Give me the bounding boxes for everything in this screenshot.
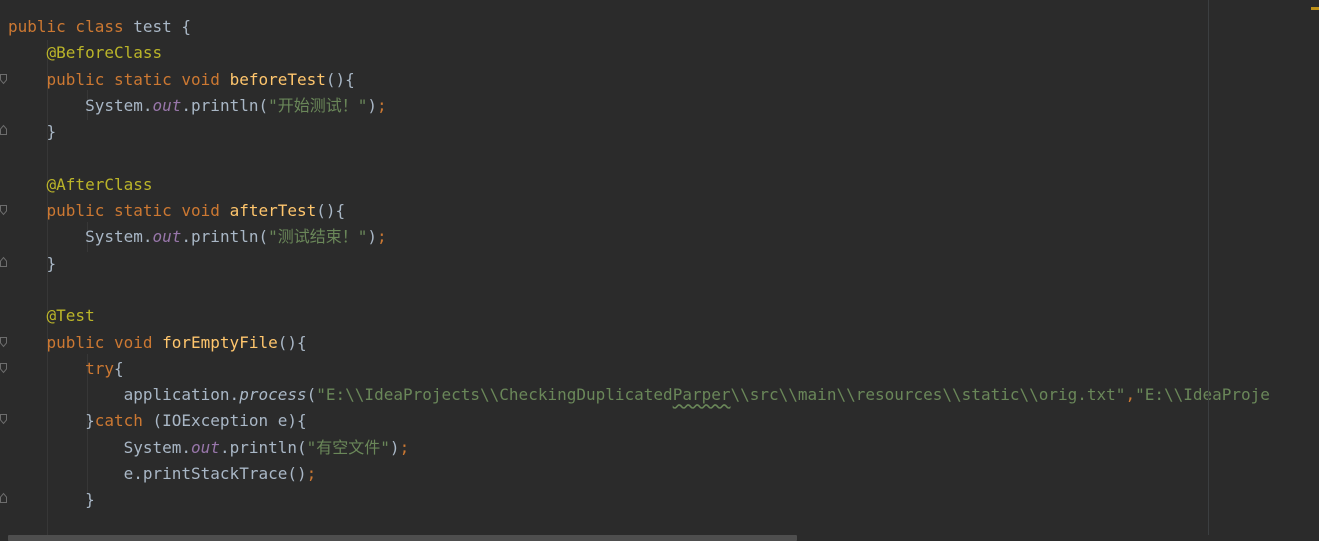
code-token: "E:\\IdeaProje xyxy=(1135,385,1270,405)
code-token: beforeTest xyxy=(229,69,326,89)
code-line[interactable]: try{ xyxy=(8,356,1319,382)
code-token: forEmptyFile xyxy=(162,332,278,352)
code-editor[interactable]: public class test { @BeforeClass public … xyxy=(0,0,1319,541)
code-token: application. xyxy=(123,385,240,405)
code-token: ) xyxy=(389,437,400,457)
code-token: try xyxy=(85,358,114,378)
code-token: public class xyxy=(8,17,134,36)
fold-icon[interactable] xyxy=(0,74,7,85)
code-line[interactable]: System.out.println("开始测试！"); xyxy=(8,93,1319,119)
code-token: public static void xyxy=(46,69,230,89)
code-token: .println( xyxy=(219,437,307,457)
code-token: (){ xyxy=(277,332,307,352)
code-token: @BeforeClass xyxy=(46,43,163,63)
code-line[interactable]: @Test xyxy=(8,303,1319,329)
code-token: , xyxy=(1125,385,1136,405)
code-line[interactable]: } xyxy=(8,119,1319,145)
code-line[interactable]: } xyxy=(8,487,1319,513)
code-token: public static void xyxy=(46,201,230,221)
code-line[interactable]: public class test { xyxy=(8,14,1319,40)
code-token: .println( xyxy=(181,227,269,247)
code-line[interactable] xyxy=(8,277,1319,303)
code-token: test { xyxy=(133,17,192,36)
code-token: } xyxy=(85,411,95,431)
code-token: out xyxy=(191,437,220,457)
code-token: "有空文件" xyxy=(306,437,390,457)
code-token: { xyxy=(113,358,124,378)
fold-icon[interactable] xyxy=(0,205,7,216)
fold-icon[interactable] xyxy=(0,414,7,425)
code-token: process xyxy=(239,385,307,405)
code-token: System. xyxy=(85,227,153,247)
code-token: public void xyxy=(46,332,163,352)
code-token: (){ xyxy=(316,201,346,221)
code-token: } xyxy=(46,253,57,273)
code-token: ; xyxy=(377,227,387,247)
code-token: System. xyxy=(85,95,153,115)
code-line[interactable]: System.out.println("测试结束！"); xyxy=(8,224,1319,250)
warning-marker[interactable] xyxy=(1311,7,1319,10)
fold-end-icon[interactable] xyxy=(0,124,7,135)
code-token: ( xyxy=(306,385,317,405)
editor-gutter xyxy=(0,0,8,541)
code-line[interactable]: public static void afterTest(){ xyxy=(8,198,1319,224)
fold-end-icon[interactable] xyxy=(0,256,7,267)
code-token: e.printStackTrace() xyxy=(123,464,307,484)
fold-icon[interactable] xyxy=(0,337,7,348)
code-line[interactable]: } xyxy=(8,251,1319,277)
code-line[interactable]: }catch (IOException e){ xyxy=(8,408,1319,434)
code-token: ) xyxy=(367,95,378,115)
code-token: ; xyxy=(399,437,410,457)
code-token: out xyxy=(152,227,182,247)
code-token: "开始测试！" xyxy=(268,95,368,115)
code-line[interactable] xyxy=(8,145,1319,171)
code-token: \\src\\main\\resources\\static\\orig.txt… xyxy=(730,385,1126,405)
code-token: (){ xyxy=(325,69,355,89)
code-token: ; xyxy=(306,464,317,484)
code-token: @Test xyxy=(46,306,95,326)
code-line[interactable]: @BeforeClass xyxy=(8,40,1319,66)
code-line[interactable]: e.printStackTrace(); xyxy=(8,461,1319,487)
horizontal-scrollbar-thumb[interactable] xyxy=(8,535,797,541)
code-text[interactable]: public class test { @BeforeClass public … xyxy=(8,14,1319,514)
code-token: System. xyxy=(123,437,192,457)
code-token: .println( xyxy=(181,95,269,115)
fold-icon[interactable] xyxy=(0,363,7,374)
fold-end-icon[interactable] xyxy=(0,492,7,503)
code-token: ) xyxy=(367,227,378,247)
code-line[interactable]: @AfterClass xyxy=(8,172,1319,198)
code-token: out xyxy=(152,95,182,115)
code-token: Parper xyxy=(672,385,731,405)
code-token: } xyxy=(46,122,57,142)
code-token: afterTest xyxy=(229,201,317,221)
code-token: catch xyxy=(94,411,153,431)
code-line[interactable]: public void forEmptyFile(){ xyxy=(8,330,1319,356)
code-token: "测试结束！" xyxy=(268,227,368,247)
code-token: } xyxy=(85,490,95,510)
code-token: @AfterClass xyxy=(46,174,153,194)
code-line[interactable]: public static void beforeTest(){ xyxy=(8,67,1319,93)
code-token: (IOException e){ xyxy=(152,411,307,431)
right-margin-guide xyxy=(1208,0,1209,541)
code-token: "E:\\IdeaProjects\\CheckingDuplicated xyxy=(316,385,673,405)
code-line[interactable]: System.out.println("有空文件"); xyxy=(8,435,1319,461)
code-token: ; xyxy=(377,95,387,115)
code-line[interactable]: application.process("E:\\IdeaProjects\\C… xyxy=(8,382,1319,408)
